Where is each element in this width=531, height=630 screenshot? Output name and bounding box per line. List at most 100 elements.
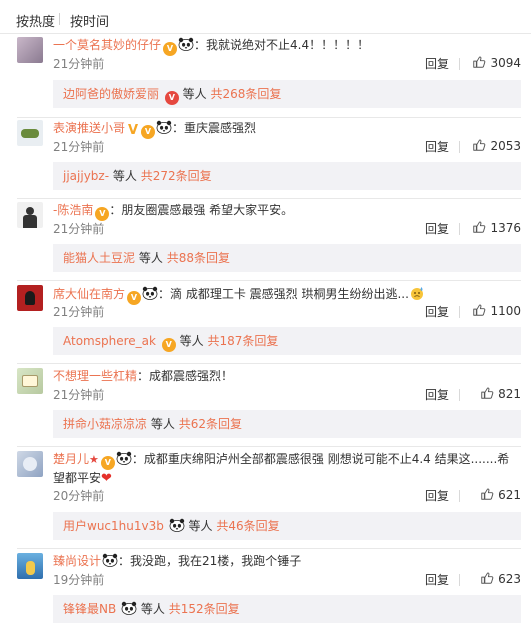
reply-button[interactable]: 回复 [425,138,449,155]
comment-text: ：成都震感强烈！ [137,369,234,383]
avatar[interactable] [17,285,43,311]
action-divider [459,574,460,586]
sub-reply-box[interactable]: 锋锋最NB 等人 共152条回复 [53,595,521,623]
sub-reply-user[interactable]: jjajjybz- [63,169,109,183]
verified-v-icon: V [127,123,140,138]
sort-divider [59,13,60,25]
comment-line: 表演推送小哥 V V ：重庆震感强烈 [53,120,517,139]
sub-reply-user[interactable]: 锋锋最NB [63,602,116,616]
like-count: 621 [498,488,521,502]
sub-reply-box[interactable]: 用户wuc1hu1v3b 等人 共46条回复 [53,512,521,540]
sort-by-hot-tab[interactable]: 按热度 [16,11,55,30]
sub-reply-count[interactable]: 共272条回复 [141,169,212,183]
sub-reply-user[interactable]: 能猫人土豆泥 [63,251,135,265]
panda-emoji-icon [116,451,132,465]
sub-reply-box[interactable]: Atomsphere_ak V 等人 共187条回复 [53,327,521,355]
comment-text: ：我就说绝对不止4.4！！！！！ [194,38,370,52]
sub-reply-mid: 等人 [138,251,163,265]
divider [17,446,521,447]
comment-time: 21分钟前 [53,140,105,154]
sub-reply-box[interactable]: 能猫人土豆泥 等人 共88条回复 [53,244,521,272]
avatar[interactable] [17,202,43,228]
reply-button[interactable]: 回复 [425,55,449,72]
avatar[interactable] [17,120,43,146]
sub-reply-box[interactable]: jjajjybz- 等人 共272条回复 [53,162,521,190]
username-link[interactable]: 楚月儿 [53,452,89,466]
like-count: 1376 [490,221,521,235]
comment-text: ：朋友圈震感最强 希望大家平安。 [109,203,294,217]
sub-reply-mid: 等人 [140,602,165,616]
sort-bar: 按热度 按时间 [0,0,531,34]
comment-text: ：重庆震感强烈 [172,121,257,135]
username-link[interactable]: 一个莫名其妙的仔仔 [53,38,161,52]
sub-reply-count[interactable]: 共152条回复 [169,602,240,616]
action-divider [459,223,460,235]
reply-button[interactable]: 回复 [425,386,449,403]
sub-reply-box[interactable]: 拼命小菇凉凉凉 等人 共62条回复 [53,410,521,438]
reply-button[interactable]: 回复 [425,487,449,504]
sub-reply-count[interactable]: 共268条回复 [211,87,282,101]
sub-reply-mid: 等人 [182,87,207,101]
reply-button[interactable]: 回复 [425,303,449,320]
comment-time: 21分钟前 [53,222,105,236]
panda-emoji-icon [142,286,158,300]
reply-button[interactable]: 回复 [425,571,449,588]
divider [17,548,521,549]
sub-reply-mid: 等人 [150,417,175,431]
heart-icon: ❤ [101,471,112,486]
comment-line: -陈浩南 V ：朋友圈震感最强 希望大家平安。 [53,202,517,221]
sub-reply-user[interactable]: 边阿爸的傲娇爱丽 [63,87,159,101]
action-divider [459,141,460,153]
like-button[interactable]: 1376 [472,220,521,235]
username-link[interactable]: 不想理一些杠精 [53,369,137,383]
like-button[interactable]: 821 [480,386,521,401]
username-link[interactable]: -陈浩南 [53,203,93,217]
username-link[interactable]: 表演推送小哥 [53,121,125,135]
vip-badge-icon[interactable]: V [100,456,115,470]
vip-badge-icon: V [161,338,176,352]
panda-emoji-icon [178,37,194,51]
username-link[interactable]: 席大仙在南方 [53,287,125,301]
panda-emoji-icon [102,553,118,567]
vip-badge-icon[interactable]: V [95,207,110,221]
sub-reply-user[interactable]: Atomsphere_ak [63,334,156,348]
avatar[interactable] [17,37,43,63]
like-count: 2053 [490,139,521,153]
avatar[interactable] [17,368,43,394]
like-button[interactable]: 2053 [472,138,521,153]
like-button[interactable]: 3094 [472,55,521,70]
comment-text: ：滴 成都理工卡 震感强烈 珙桐男生纷纷出逃... [158,287,409,301]
thumbs-up-icon [472,220,486,234]
vip-badge-icon[interactable]: V [141,125,156,139]
avatar[interactable] [17,553,43,579]
panda-emoji-icon [169,518,185,532]
like-button[interactable]: 1100 [472,303,521,318]
like-button[interactable]: 621 [480,487,521,502]
sort-by-time-tab[interactable]: 按时间 [70,11,109,30]
panda-emoji-icon [156,120,172,134]
sweat-emoji-icon [410,287,423,300]
avatar[interactable] [17,451,43,477]
sub-reply-count[interactable]: 共88条回复 [167,251,230,265]
sub-reply-count[interactable]: 共187条回复 [207,334,278,348]
star-icon: ★ [89,453,99,466]
divider [17,280,521,281]
sub-reply-count[interactable]: 共46条回复 [216,519,279,533]
vip-badge-icon[interactable]: V [163,42,178,56]
comment-line: 不想理一些杠精：成都震感强烈！ [53,368,517,385]
sub-reply-count[interactable]: 共62条回复 [179,417,242,431]
thumbs-up-icon [472,55,486,69]
username-link[interactable]: 臻尚设计 [53,554,101,568]
sub-reply-user[interactable]: 用户wuc1hu1v3b [63,519,164,533]
comment-text: ：我没跑，我在21楼，我跑个锤子 [118,554,302,568]
sub-reply-user[interactable]: 拼命小菇凉凉凉 [63,417,147,431]
thumbs-up-icon [480,571,494,585]
thumbs-up-icon [472,303,486,317]
like-button[interactable]: 623 [480,571,521,586]
sub-reply-mid: 等人 [112,169,137,183]
like-count: 821 [498,387,521,401]
vip-badge-icon[interactable]: V [127,291,142,305]
sub-reply-box[interactable]: 边阿爸的傲娇爱丽 V 等人 共268条回复 [53,80,521,108]
action-divider [459,58,460,70]
reply-button[interactable]: 回复 [425,220,449,237]
